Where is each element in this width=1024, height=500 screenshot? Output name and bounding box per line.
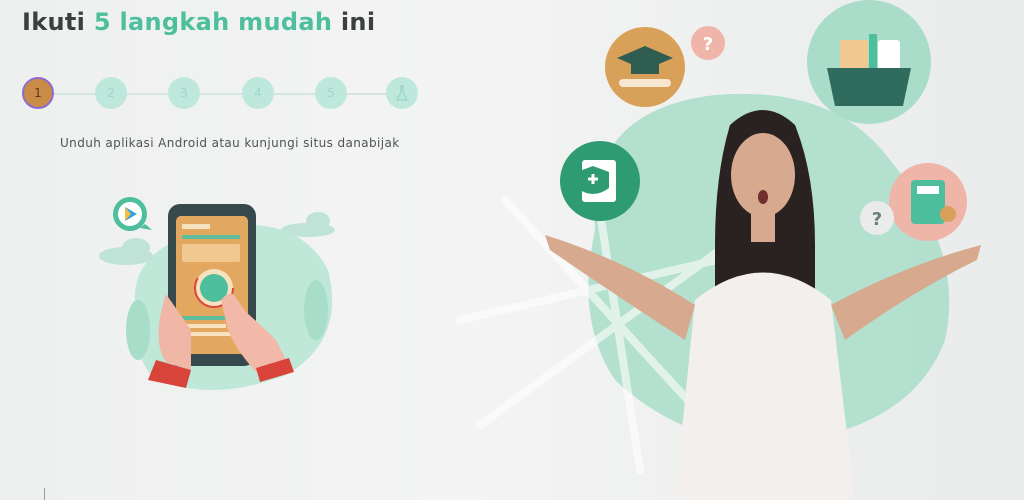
title-prefix: Ikuti <box>22 8 86 36</box>
svg-text:?: ? <box>703 34 713 55</box>
question-icon: ? <box>860 201 894 235</box>
graduation-cap-icon <box>605 27 685 107</box>
play-store-icon <box>113 197 152 231</box>
step-final[interactable] <box>386 77 418 109</box>
page-title: Ikuti 5 langkah mudah ini <box>22 8 375 36</box>
step-description: Unduh aplikasi Android atau kunjungi sit… <box>60 136 400 150</box>
step-1[interactable]: 1 <box>22 77 54 109</box>
divider <box>44 488 45 500</box>
cloud-icon <box>281 212 335 237</box>
health-insurance-icon <box>560 141 640 221</box>
title-suffix: ini <box>340 8 376 36</box>
question-icon: ? <box>691 26 725 60</box>
svg-text:?: ? <box>872 209 882 230</box>
phone-illustration <box>99 197 335 390</box>
title-highlight: 5 langkah mudah <box>93 8 333 36</box>
step-indicator: 1 2 3 4 5 <box>22 76 422 112</box>
calculator-icon <box>889 163 967 241</box>
cloud-icon <box>99 238 153 265</box>
step-5[interactable]: 5 <box>315 77 347 109</box>
step-2[interactable]: 2 <box>95 77 127 109</box>
step-4[interactable]: 4 <box>242 77 274 109</box>
flask-icon <box>395 85 409 101</box>
shopping-basket-icon <box>807 0 931 124</box>
step-3[interactable]: 3 <box>168 77 200 109</box>
hero-illustration: ? ? <box>456 0 981 500</box>
